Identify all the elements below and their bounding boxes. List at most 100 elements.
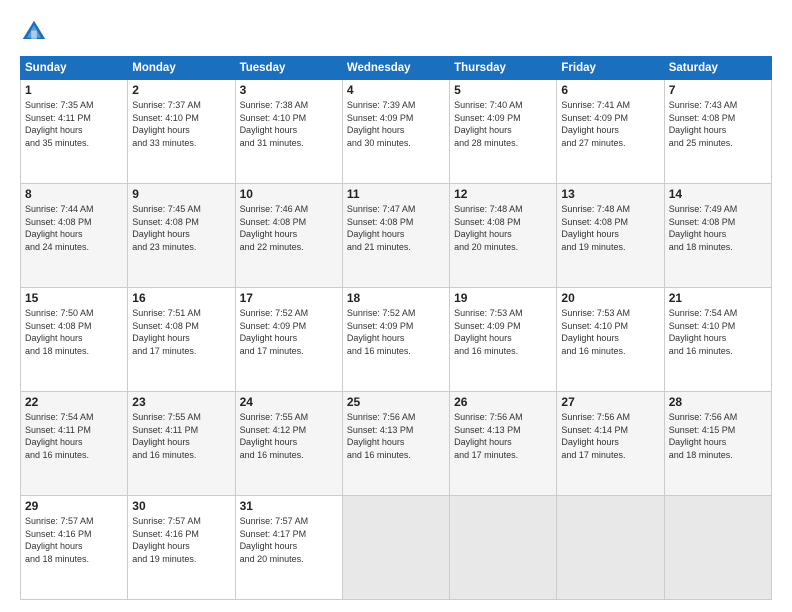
day-cell-15: 15 Sunrise: 7:50 AMSunset: 4:08 PMDaylig… (21, 288, 128, 392)
day-info: Sunrise: 7:55 AMSunset: 4:12 PMDaylight … (240, 412, 309, 460)
day-cell-27: 27 Sunrise: 7:56 AMSunset: 4:14 PMDaylig… (557, 392, 664, 496)
day-cell-22: 22 Sunrise: 7:54 AMSunset: 4:11 PMDaylig… (21, 392, 128, 496)
header-row: SundayMondayTuesdayWednesdayThursdayFrid… (21, 57, 772, 80)
week-row-4: 22 Sunrise: 7:54 AMSunset: 4:11 PMDaylig… (21, 392, 772, 496)
day-info: Sunrise: 7:56 AMSunset: 4:14 PMDaylight … (561, 412, 630, 460)
col-header-monday: Monday (128, 57, 235, 80)
day-cell-18: 18 Sunrise: 7:52 AMSunset: 4:09 PMDaylig… (342, 288, 449, 392)
day-info: Sunrise: 7:56 AMSunset: 4:15 PMDaylight … (669, 412, 738, 460)
day-info: Sunrise: 7:56 AMSunset: 4:13 PMDaylight … (347, 412, 416, 460)
logo (20, 18, 52, 46)
day-info: Sunrise: 7:38 AMSunset: 4:10 PMDaylight … (240, 100, 309, 148)
day-cell-3: 3 Sunrise: 7:38 AMSunset: 4:10 PMDayligh… (235, 80, 342, 184)
day-info: Sunrise: 7:35 AMSunset: 4:11 PMDaylight … (25, 100, 94, 148)
day-info: Sunrise: 7:41 AMSunset: 4:09 PMDaylight … (561, 100, 630, 148)
day-number: 14 (669, 187, 767, 201)
logo-icon (20, 18, 48, 46)
day-cell-25: 25 Sunrise: 7:56 AMSunset: 4:13 PMDaylig… (342, 392, 449, 496)
day-cell-11: 11 Sunrise: 7:47 AMSunset: 4:08 PMDaylig… (342, 184, 449, 288)
day-cell-12: 12 Sunrise: 7:48 AMSunset: 4:08 PMDaylig… (450, 184, 557, 288)
day-info: Sunrise: 7:50 AMSunset: 4:08 PMDaylight … (25, 308, 94, 356)
day-info: Sunrise: 7:57 AMSunset: 4:16 PMDaylight … (25, 516, 94, 564)
day-info: Sunrise: 7:56 AMSunset: 4:13 PMDaylight … (454, 412, 523, 460)
day-number: 4 (347, 83, 445, 97)
day-number: 26 (454, 395, 552, 409)
day-number: 24 (240, 395, 338, 409)
day-number: 13 (561, 187, 659, 201)
day-info: Sunrise: 7:51 AMSunset: 4:08 PMDaylight … (132, 308, 201, 356)
day-number: 18 (347, 291, 445, 305)
day-info: Sunrise: 7:48 AMSunset: 4:08 PMDaylight … (561, 204, 630, 252)
day-number: 19 (454, 291, 552, 305)
day-number: 23 (132, 395, 230, 409)
day-number: 21 (669, 291, 767, 305)
col-header-saturday: Saturday (664, 57, 771, 80)
day-number: 28 (669, 395, 767, 409)
day-info: Sunrise: 7:47 AMSunset: 4:08 PMDaylight … (347, 204, 416, 252)
day-number: 1 (25, 83, 123, 97)
day-number: 16 (132, 291, 230, 305)
day-cell-28: 28 Sunrise: 7:56 AMSunset: 4:15 PMDaylig… (664, 392, 771, 496)
day-cell-20: 20 Sunrise: 7:53 AMSunset: 4:10 PMDaylig… (557, 288, 664, 392)
day-info: Sunrise: 7:49 AMSunset: 4:08 PMDaylight … (669, 204, 738, 252)
empty-cell (557, 496, 664, 600)
day-cell-30: 30 Sunrise: 7:57 AMSunset: 4:16 PMDaylig… (128, 496, 235, 600)
day-cell-9: 9 Sunrise: 7:45 AMSunset: 4:08 PMDayligh… (128, 184, 235, 288)
col-header-sunday: Sunday (21, 57, 128, 80)
header (20, 18, 772, 46)
day-number: 30 (132, 499, 230, 513)
day-info: Sunrise: 7:54 AMSunset: 4:11 PMDaylight … (25, 412, 94, 460)
day-number: 9 (132, 187, 230, 201)
day-cell-19: 19 Sunrise: 7:53 AMSunset: 4:09 PMDaylig… (450, 288, 557, 392)
day-number: 31 (240, 499, 338, 513)
day-info: Sunrise: 7:40 AMSunset: 4:09 PMDaylight … (454, 100, 523, 148)
week-row-2: 8 Sunrise: 7:44 AMSunset: 4:08 PMDayligh… (21, 184, 772, 288)
day-number: 20 (561, 291, 659, 305)
day-number: 2 (132, 83, 230, 97)
day-cell-29: 29 Sunrise: 7:57 AMSunset: 4:16 PMDaylig… (21, 496, 128, 600)
day-cell-24: 24 Sunrise: 7:55 AMSunset: 4:12 PMDaylig… (235, 392, 342, 496)
day-cell-31: 31 Sunrise: 7:57 AMSunset: 4:17 PMDaylig… (235, 496, 342, 600)
day-number: 17 (240, 291, 338, 305)
col-header-thursday: Thursday (450, 57, 557, 80)
day-cell-2: 2 Sunrise: 7:37 AMSunset: 4:10 PMDayligh… (128, 80, 235, 184)
day-cell-8: 8 Sunrise: 7:44 AMSunset: 4:08 PMDayligh… (21, 184, 128, 288)
day-cell-4: 4 Sunrise: 7:39 AMSunset: 4:09 PMDayligh… (342, 80, 449, 184)
day-cell-16: 16 Sunrise: 7:51 AMSunset: 4:08 PMDaylig… (128, 288, 235, 392)
day-info: Sunrise: 7:44 AMSunset: 4:08 PMDaylight … (25, 204, 94, 252)
day-cell-10: 10 Sunrise: 7:46 AMSunset: 4:08 PMDaylig… (235, 184, 342, 288)
day-info: Sunrise: 7:48 AMSunset: 4:08 PMDaylight … (454, 204, 523, 252)
empty-cell (450, 496, 557, 600)
day-info: Sunrise: 7:39 AMSunset: 4:09 PMDaylight … (347, 100, 416, 148)
day-number: 25 (347, 395, 445, 409)
week-row-3: 15 Sunrise: 7:50 AMSunset: 4:08 PMDaylig… (21, 288, 772, 392)
day-info: Sunrise: 7:54 AMSunset: 4:10 PMDaylight … (669, 308, 738, 356)
week-row-5: 29 Sunrise: 7:57 AMSunset: 4:16 PMDaylig… (21, 496, 772, 600)
day-cell-21: 21 Sunrise: 7:54 AMSunset: 4:10 PMDaylig… (664, 288, 771, 392)
day-info: Sunrise: 7:45 AMSunset: 4:08 PMDaylight … (132, 204, 201, 252)
day-info: Sunrise: 7:53 AMSunset: 4:09 PMDaylight … (454, 308, 523, 356)
day-number: 7 (669, 83, 767, 97)
day-info: Sunrise: 7:57 AMSunset: 4:17 PMDaylight … (240, 516, 309, 564)
page: SundayMondayTuesdayWednesdayThursdayFrid… (0, 0, 792, 612)
day-info: Sunrise: 7:43 AMSunset: 4:08 PMDaylight … (669, 100, 738, 148)
day-cell-26: 26 Sunrise: 7:56 AMSunset: 4:13 PMDaylig… (450, 392, 557, 496)
col-header-friday: Friday (557, 57, 664, 80)
day-number: 29 (25, 499, 123, 513)
day-number: 10 (240, 187, 338, 201)
day-info: Sunrise: 7:53 AMSunset: 4:10 PMDaylight … (561, 308, 630, 356)
day-info: Sunrise: 7:37 AMSunset: 4:10 PMDaylight … (132, 100, 201, 148)
day-cell-23: 23 Sunrise: 7:55 AMSunset: 4:11 PMDaylig… (128, 392, 235, 496)
day-cell-7: 7 Sunrise: 7:43 AMSunset: 4:08 PMDayligh… (664, 80, 771, 184)
day-info: Sunrise: 7:57 AMSunset: 4:16 PMDaylight … (132, 516, 201, 564)
day-number: 3 (240, 83, 338, 97)
day-cell-13: 13 Sunrise: 7:48 AMSunset: 4:08 PMDaylig… (557, 184, 664, 288)
col-header-wednesday: Wednesday (342, 57, 449, 80)
day-info: Sunrise: 7:52 AMSunset: 4:09 PMDaylight … (240, 308, 309, 356)
day-info: Sunrise: 7:46 AMSunset: 4:08 PMDaylight … (240, 204, 309, 252)
calendar-table: SundayMondayTuesdayWednesdayThursdayFrid… (20, 56, 772, 600)
day-cell-14: 14 Sunrise: 7:49 AMSunset: 4:08 PMDaylig… (664, 184, 771, 288)
day-number: 6 (561, 83, 659, 97)
day-info: Sunrise: 7:55 AMSunset: 4:11 PMDaylight … (132, 412, 201, 460)
day-cell-1: 1 Sunrise: 7:35 AMSunset: 4:11 PMDayligh… (21, 80, 128, 184)
